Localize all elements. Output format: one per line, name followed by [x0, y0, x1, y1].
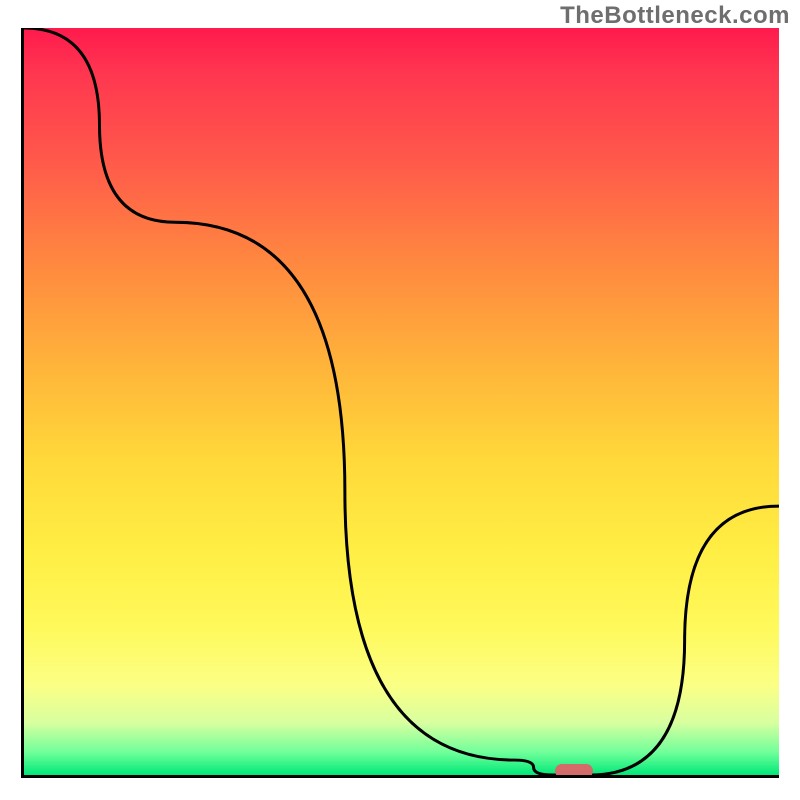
chart-container: TheBottleneck.com — [0, 0, 800, 800]
watermark-text: TheBottleneck.com — [560, 2, 790, 30]
plot-area — [21, 28, 779, 778]
optimal-marker — [555, 764, 593, 778]
curve-path — [24, 28, 779, 775]
curve-svg — [24, 28, 779, 775]
